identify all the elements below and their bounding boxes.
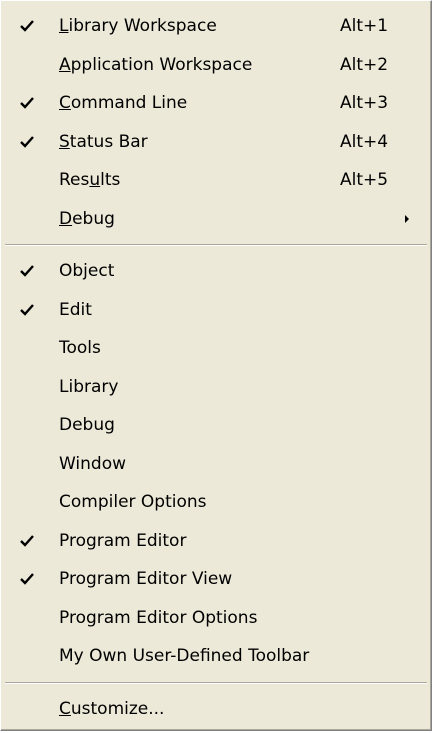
menu-item-shortcut: Alt+4: [340, 131, 389, 152]
menu-item-debug-submenu[interactable]: Debug: [1, 200, 431, 239]
menu-item-shortcut: Alt+5: [340, 170, 389, 190]
menu-item-label: Debug: [59, 415, 115, 435]
menu-item-label: Debug: [59, 208, 115, 229]
checkmark-icon: [20, 20, 34, 32]
menu-item-customize[interactable]: Customize...: [1, 690, 431, 729]
menu-item-label: Window: [59, 453, 127, 474]
checkmark-icon: [20, 303, 34, 316]
menu-item-application-workspace[interactable]: Application Workspace Alt+2: [1, 46, 431, 85]
menu-item-label: Tools: [59, 338, 101, 358]
menu-item-label: Object: [59, 261, 115, 281]
menu-item-object-toolbar[interactable]: Object: [1, 252, 431, 291]
menu-item-label: Library Workspace: [59, 16, 217, 36]
menu-item-library-toolbar[interactable]: Library: [1, 368, 431, 407]
menu-separator: [1, 676, 431, 690]
checkmark-icon: [20, 135, 34, 148]
menu-item-label: Command Line: [59, 93, 188, 113]
menu-item-status-bar[interactable]: Status Bar Alt+4: [1, 123, 431, 162]
menu-item-label: Library: [59, 376, 119, 397]
menu-item-command-line[interactable]: Command Line Alt+3: [1, 84, 431, 123]
menu-item-label: Program Editor Options: [59, 607, 258, 628]
submenu-arrow-icon: [405, 214, 409, 223]
menu-separator: [1, 238, 431, 252]
menu-item-shortcut: Alt+2: [340, 54, 389, 75]
menu-item-shortcut: Alt+1: [340, 16, 389, 36]
menu-item-user-defined-toolbar[interactable]: My Own User-Defined Toolbar: [1, 637, 431, 676]
menu-item-shortcut: Alt+3: [340, 93, 389, 113]
menu-item-results[interactable]: Results Alt+5: [1, 161, 431, 200]
menu-item-label: Customize...: [59, 698, 165, 719]
menu-item-edit-toolbar[interactable]: Edit: [1, 291, 431, 330]
checkmark-icon: [20, 534, 34, 547]
menu-item-label: Program Editor: [59, 530, 187, 551]
menu-item-label: Status Bar: [59, 131, 148, 152]
menu-item-debug-toolbar[interactable]: Debug: [1, 406, 431, 445]
checkmark-icon: [20, 573, 34, 585]
checkmark-icon: [20, 265, 34, 277]
view-toolbars-menu: Library Workspace Alt+1 Application Work…: [0, 0, 432, 731]
menu-item-program-editor-options-toolbar[interactable]: Program Editor Options: [1, 599, 431, 638]
menu-item-compiler-options-toolbar[interactable]: Compiler Options: [1, 483, 431, 522]
menu-item-label: Edit: [59, 299, 92, 320]
menu-item-label: Compiler Options: [59, 492, 207, 512]
menu-item-window-toolbar[interactable]: Window: [1, 445, 431, 484]
menu-item-library-workspace[interactable]: Library Workspace Alt+1: [1, 7, 431, 46]
menu-item-label: Results: [59, 170, 121, 190]
checkmark-icon: [20, 97, 34, 109]
menu-item-tools-toolbar[interactable]: Tools: [1, 329, 431, 368]
menu-item-label: My Own User-Defined Toolbar: [59, 646, 310, 666]
menu-item-label: Application Workspace: [59, 54, 253, 75]
menu-item-program-editor-view-toolbar[interactable]: Program Editor View: [1, 560, 431, 599]
menu-item-program-editor-toolbar[interactable]: Program Editor: [1, 522, 431, 561]
menu-item-label: Program Editor View: [59, 569, 233, 589]
